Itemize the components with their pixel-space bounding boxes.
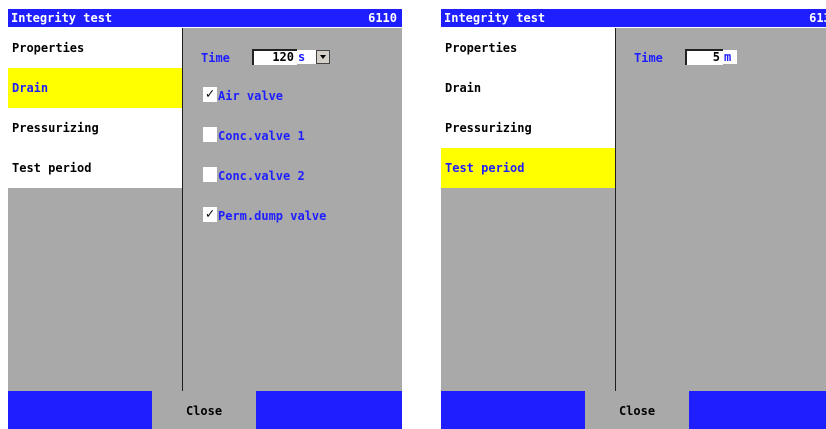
sidebar-item-properties[interactable]: Properties — [8, 28, 182, 68]
title-bar: Integrity test 6110 — [8, 9, 402, 28]
sidebar-item-properties[interactable]: Properties — [441, 28, 615, 68]
sidebar-item-pressurizing[interactable]: Pressurizing — [8, 108, 182, 148]
air-valve-label: Air valve — [218, 89, 284, 103]
integrity-test-screen-drain: Integrity test 6110 Properties Drain Pre… — [8, 9, 402, 429]
bottom-bar: Close — [8, 391, 402, 429]
close-button[interactable]: Close — [152, 391, 256, 429]
checkbox-conc-valve-2[interactable] — [203, 167, 217, 182]
sidebar: Properties Drain Pressurizing Test perio… — [441, 28, 616, 391]
time-label: Time — [634, 51, 663, 65]
window-title: Integrity test — [444, 11, 546, 25]
time-input[interactable]: 120 — [252, 49, 297, 65]
time-unit: m — [723, 50, 737, 64]
conc-valve-2-label: Conc.valve 2 — [218, 169, 305, 183]
window-title: Integrity test — [11, 11, 113, 25]
sidebar-item-pressurizing[interactable]: Pressurizing — [441, 108, 615, 148]
integrity-test-screen-test-period: Integrity test 6130 Properties Drain Pre… — [441, 9, 826, 429]
checkmark-icon: ✓ — [205, 86, 215, 102]
time-input[interactable]: 5 — [685, 49, 723, 65]
bottom-bar: Close — [441, 391, 826, 429]
close-button[interactable]: Close — [585, 391, 689, 429]
time-label: Time — [201, 51, 230, 65]
checkbox-conc-valve-1[interactable] — [203, 127, 217, 142]
title-bar: Integrity test 6130 — [441, 9, 826, 28]
chevron-down-icon[interactable] — [316, 50, 330, 64]
perm-dump-valve-label: Perm.dump valve — [218, 209, 327, 223]
sidebar-item-test-period[interactable]: Test period — [441, 148, 615, 188]
checkbox-perm-dump-valve[interactable]: ✓ — [203, 207, 217, 222]
checkmark-icon: ✓ — [205, 206, 215, 222]
sidebar-item-drain[interactable]: Drain — [8, 68, 182, 108]
screen-code: 6110 — [368, 11, 397, 25]
content-area: Time 5 m — [616, 28, 826, 391]
sidebar-item-drain[interactable]: Drain — [441, 68, 615, 108]
screen-code: 6130 — [809, 11, 826, 25]
content-area: Time 120 s ✓ Air valve Conc.valve 1 Conc… — [183, 28, 402, 391]
sidebar: Properties Drain Pressurizing Test perio… — [8, 28, 183, 391]
checkbox-air-valve[interactable]: ✓ — [203, 87, 217, 102]
time-unit-select[interactable]: s — [297, 50, 316, 64]
sidebar-item-test-period[interactable]: Test period — [8, 148, 182, 188]
conc-valve-1-label: Conc.valve 1 — [218, 129, 305, 143]
